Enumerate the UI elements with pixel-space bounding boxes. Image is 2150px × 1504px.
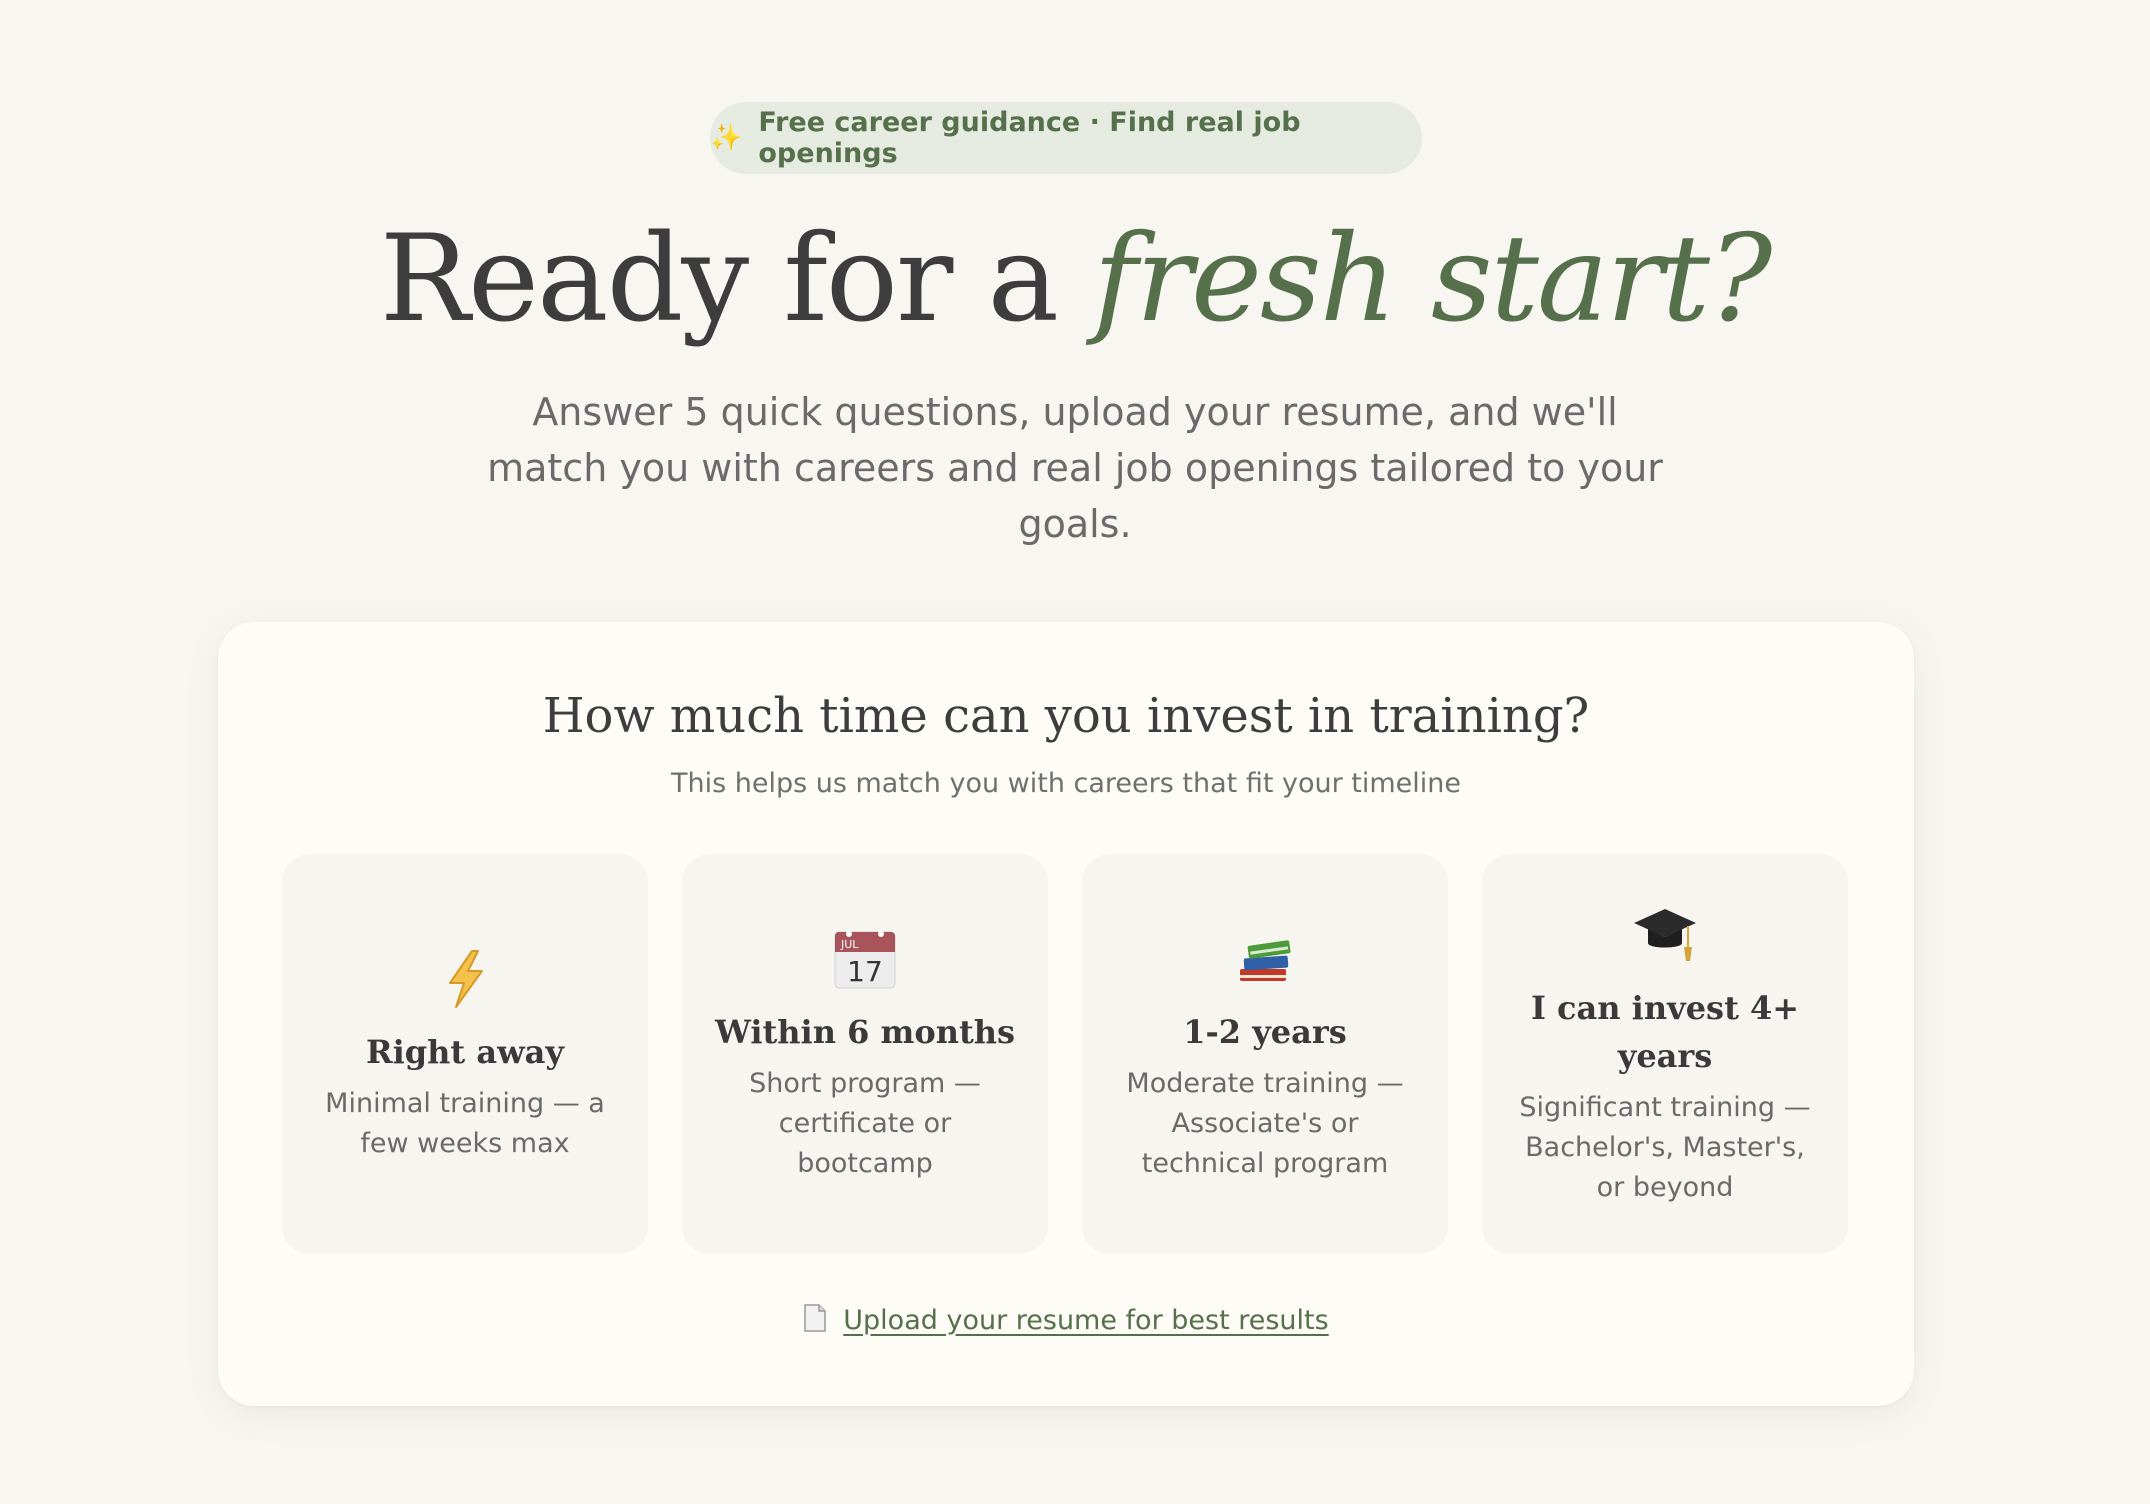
books-icon (1234, 924, 1296, 994)
option-description: Short program — certificate or bootcamp (749, 1068, 981, 1179)
calendar-month: JUL (840, 938, 859, 951)
graduation-cap-icon (1632, 900, 1698, 970)
option-title: 1-2 years (1183, 1013, 1347, 1051)
option-title: I can invest 4+ years (1530, 989, 1800, 1075)
question-subtitle: This helps us match you with careers tha… (670, 768, 1462, 799)
option-4-plus-years[interactable]: I can invest 4+ years Significant traini… (1482, 854, 1848, 1254)
calendar-icon: JUL 17 (833, 924, 897, 994)
upload-resume-link[interactable]: Upload your resume for best results (843, 1305, 1328, 1336)
options-grid: Right away Minimal training — a few week… (282, 854, 1848, 1254)
calendar-day: 17 (847, 955, 883, 988)
document-icon (803, 1304, 827, 1336)
question-title: How much time can you invest in training… (542, 688, 1590, 744)
option-description: Minimal training — a few weeks max (325, 1088, 605, 1159)
question-card: How much time can you invest in training… (218, 622, 1914, 1406)
lightning-icon (442, 944, 488, 1014)
hero-subtitle: Answer 5 quick questions, upload your re… (487, 390, 1663, 546)
title-accent: fresh start? (1093, 210, 1772, 349)
option-title: Right away (366, 1033, 564, 1071)
option-1-2-years[interactable]: 1-2 years Moderate training — Associate'… (1082, 854, 1448, 1254)
option-within-6-months[interactable]: JUL 17 Within 6 months Short program — c… (682, 854, 1048, 1254)
upload-resume: Upload your resume for best results (218, 1304, 1914, 1336)
option-description: Significant training — Bachelor's, Maste… (1519, 1092, 1811, 1203)
title-plain: Ready for a (379, 210, 1094, 349)
badge-text: Free career guidance · Find real job ope… (758, 107, 1301, 169)
hero-badge: ✨ Free career guidance · Find real job o… (710, 102, 1422, 174)
page-title: Ready for a fresh start? (0, 210, 2150, 350)
option-title: Within 6 months (714, 1013, 1016, 1051)
option-right-away[interactable]: Right away Minimal training — a few week… (282, 854, 648, 1254)
option-description: Moderate training — Associate's or techn… (1126, 1068, 1404, 1179)
sparkles-icon: ✨ (710, 123, 743, 153)
page: ✨ Free career guidance · Find real job o… (0, 0, 2150, 1504)
